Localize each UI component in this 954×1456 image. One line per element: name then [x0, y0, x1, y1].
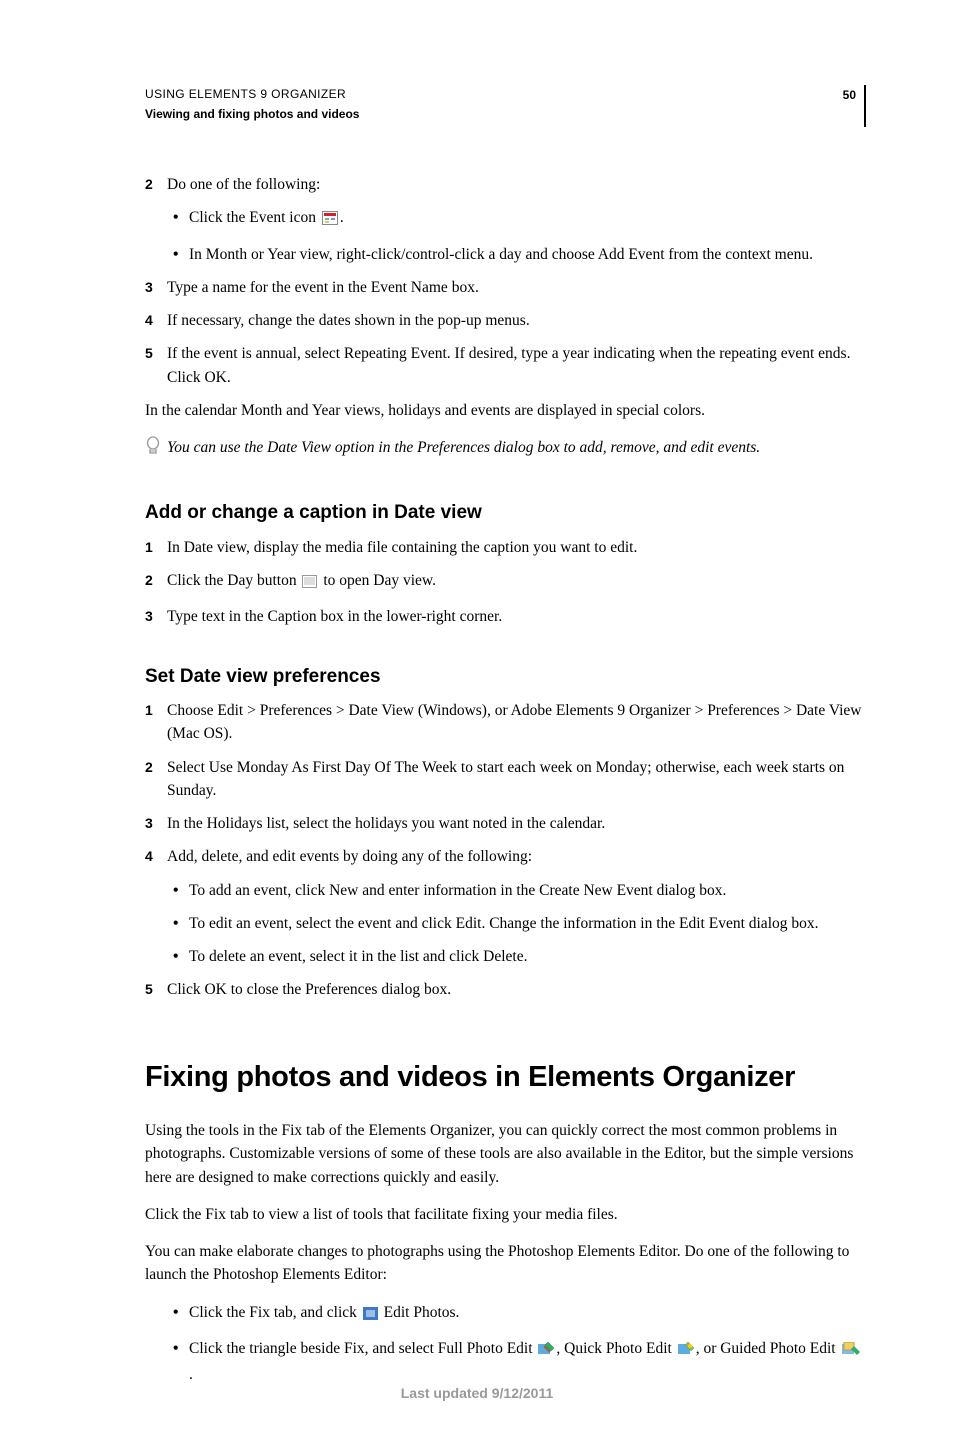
- step-2: 2 Do one of the following:: [145, 173, 864, 196]
- bullet-dot: •: [167, 206, 189, 229]
- text: Click the Fix tab, and click: [189, 1304, 361, 1321]
- step-5: 5 If the event is annual, select Repeati…: [145, 342, 864, 389]
- bullet-item: • Click the Fix tab, and click Edit Phot…: [167, 1301, 864, 1327]
- footer-date: Last updated 9/12/2011: [0, 1383, 954, 1404]
- paragraph: Using the tools in the Fix tab of the El…: [145, 1119, 864, 1189]
- bullet-item: • To edit an event, select the event and…: [167, 912, 864, 935]
- step-number: 2: [145, 756, 167, 778]
- lightbulb-icon: [145, 436, 167, 465]
- paragraph: Click the Fix tab to view a list of tool…: [145, 1203, 864, 1226]
- step-4: 4 Add, delete, and edit events by doing …: [145, 845, 864, 868]
- bullet-text: To delete an event, select it in the lis…: [189, 945, 864, 968]
- day-button-icon: [302, 572, 317, 595]
- bullet-item: • Click the triangle beside Fix, and sel…: [167, 1337, 864, 1387]
- step-number: 4: [145, 309, 167, 331]
- step-number: 5: [145, 978, 167, 1000]
- step-3: 3 Type a name for the event in the Event…: [145, 276, 864, 299]
- tip: You can use the Date View option in the …: [145, 436, 864, 465]
- step-text: If the event is annual, select Repeating…: [167, 342, 864, 389]
- heading-fixing-photos: Fixing photos and videos in Elements Org…: [145, 1056, 864, 1100]
- quick-photo-edit-icon: [678, 1340, 694, 1363]
- step-text: Do one of the following:: [167, 173, 864, 196]
- step-5: 5 Click OK to close the Preferences dial…: [145, 978, 864, 1001]
- step-number: 4: [145, 845, 167, 867]
- step-number: 3: [145, 812, 167, 834]
- text: Click the triangle beside Fix, and selec…: [189, 1340, 536, 1357]
- bullet-item: • In Month or Year view, right-click/con…: [167, 243, 864, 266]
- step-number: 5: [145, 342, 167, 364]
- full-photo-edit-icon: [538, 1340, 554, 1363]
- step-text: In the Holidays list, select the holiday…: [167, 812, 864, 835]
- step-number: 3: [145, 605, 167, 627]
- bullet-text: In Month or Year view, right-click/contr…: [189, 243, 864, 266]
- event-icon: [322, 209, 338, 232]
- heading-add-caption: Add or change a caption in Date view: [145, 499, 864, 528]
- step-text: If necessary, change the dates shown in …: [167, 309, 864, 332]
- step-text: Type text in the Caption box in the lowe…: [167, 605, 864, 628]
- bullet-text: Click the triangle beside Fix, and selec…: [189, 1337, 864, 1387]
- guided-photo-edit-icon: [842, 1340, 860, 1363]
- step-1: 1 Choose Edit > Preferences > Date View …: [145, 699, 864, 746]
- step-text: Select Use Monday As First Day Of The We…: [167, 756, 864, 803]
- step-text: Click the Day button to open Day view.: [167, 569, 864, 595]
- step-3: 3 Type text in the Caption box in the lo…: [145, 605, 864, 628]
- step-number: 2: [145, 569, 167, 591]
- bullet-dot: •: [167, 243, 189, 266]
- running-sub: Viewing and fixing photos and videos: [145, 105, 864, 123]
- step-number: 1: [145, 536, 167, 558]
- step-text: Choose Edit > Preferences > Date View (W…: [167, 699, 864, 746]
- bullet-dot: •: [167, 1337, 189, 1360]
- bullet-item: • Click the Event icon .: [167, 206, 864, 232]
- step-4: 4 If necessary, change the dates shown i…: [145, 309, 864, 332]
- step-number: 3: [145, 276, 167, 298]
- text: .: [340, 209, 344, 226]
- heading-set-preferences: Set Date view preferences: [145, 663, 864, 692]
- header-border: [864, 85, 866, 127]
- page-number: 50: [843, 86, 856, 104]
- bullet-dot: •: [167, 945, 189, 968]
- bullet-item: • To add an event, click New and enter i…: [167, 879, 864, 902]
- text: Click the Event icon: [189, 209, 320, 226]
- page: 50 USING ELEMENTS 9 ORGANIZER Viewing an…: [0, 0, 954, 1456]
- bullet-text: To edit an event, select the event and c…: [189, 912, 864, 935]
- bullet-dot: •: [167, 1301, 189, 1324]
- text: , or Guided Photo Edit: [696, 1340, 840, 1357]
- step-2: 2 Select Use Monday As First Day Of The …: [145, 756, 864, 803]
- bullet-text: To add an event, click New and enter inf…: [189, 879, 864, 902]
- step-number: 1: [145, 699, 167, 721]
- step-3: 3 In the Holidays list, select the holid…: [145, 812, 864, 835]
- running-head: USING ELEMENTS 9 ORGANIZER: [145, 85, 864, 103]
- text: to open Day view.: [323, 572, 436, 589]
- bullet-text: Click the Event icon .: [189, 206, 864, 232]
- step-text: In Date view, display the media file con…: [167, 536, 864, 559]
- tip-text: You can use the Date View option in the …: [167, 436, 864, 459]
- step-text: Add, delete, and edit events by doing an…: [167, 845, 864, 868]
- bullet-dot: •: [167, 912, 189, 935]
- step-text: Type a name for the event in the Event N…: [167, 276, 864, 299]
- text: Edit Photos.: [380, 1304, 460, 1321]
- step-1: 1 In Date view, display the media file c…: [145, 536, 864, 559]
- step-text: Click OK to close the Preferences dialog…: [167, 978, 864, 1001]
- text: .: [189, 1366, 193, 1383]
- edit-photos-icon: [363, 1304, 378, 1327]
- bullet-dot: •: [167, 879, 189, 902]
- paragraph: In the calendar Month and Year views, ho…: [145, 399, 864, 422]
- text: Click the Day button: [167, 572, 300, 589]
- paragraph: You can make elaborate changes to photog…: [145, 1240, 864, 1287]
- bullet-text: Click the Fix tab, and click Edit Photos…: [189, 1301, 864, 1327]
- bullet-item: • To delete an event, select it in the l…: [167, 945, 864, 968]
- text: , Quick Photo Edit: [556, 1340, 675, 1357]
- step-2: 2 Click the Day button to open Day view.: [145, 569, 864, 595]
- step-number: 2: [145, 173, 167, 195]
